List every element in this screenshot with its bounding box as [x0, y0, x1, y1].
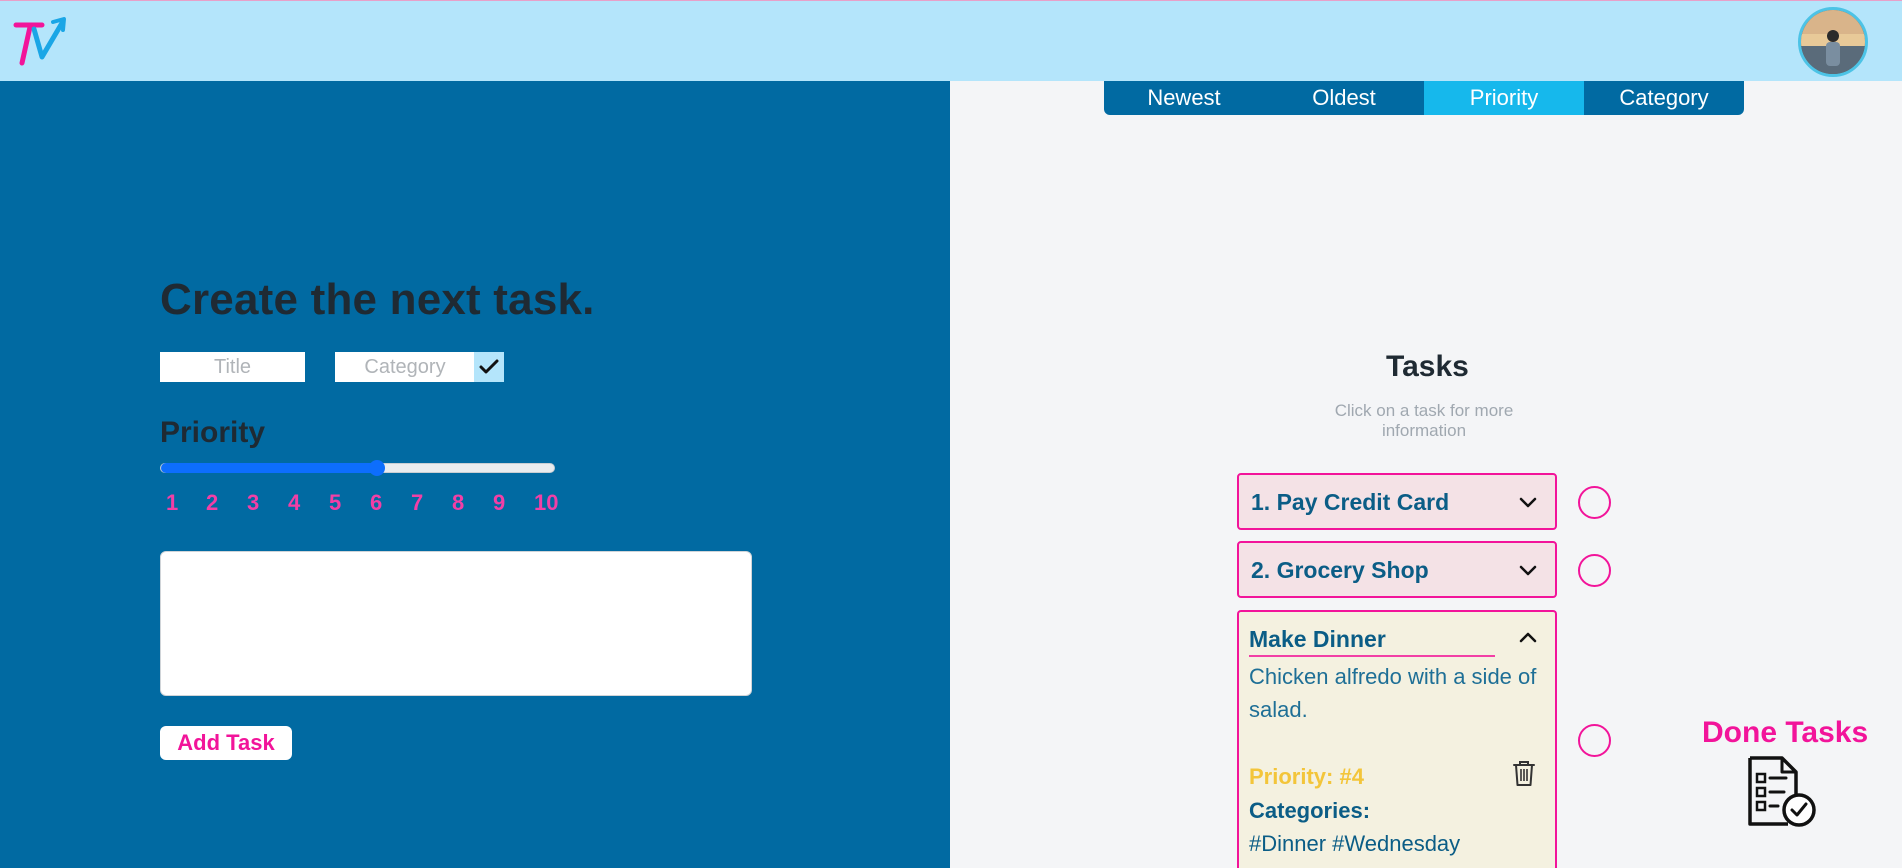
- priority-ticks: 1 2 3 4 5 6 7 8 9 10: [160, 490, 570, 520]
- priority-tick: 6: [370, 490, 383, 515]
- tab-oldest[interactable]: Oldest: [1264, 81, 1424, 115]
- done-tasks-title[interactable]: Done Tasks: [1702, 716, 1868, 750]
- category-add-button[interactable]: [474, 352, 504, 382]
- create-panel: [0, 81, 950, 868]
- priority-tick: 1: [166, 490, 179, 515]
- logo-icon[interactable]: [12, 15, 68, 69]
- tab-newest[interactable]: Newest: [1104, 81, 1264, 115]
- task-item[interactable]: 1. Pay Credit Card: [1237, 473, 1557, 530]
- task-name: Make Dinner: [1249, 626, 1495, 657]
- notes-textarea[interactable]: [160, 551, 752, 696]
- sort-tabs: Newest Oldest Priority Category: [1104, 81, 1744, 115]
- priority-slider[interactable]: [160, 460, 555, 476]
- check-icon: [479, 359, 499, 374]
- tasks-title: Tasks: [1386, 350, 1469, 383]
- tab-priority[interactable]: Priority: [1424, 81, 1584, 115]
- create-heading: Create the next task.: [160, 275, 595, 324]
- task-name: 1. Pay Credit Card: [1251, 489, 1450, 515]
- task-done-radio[interactable]: [1578, 486, 1611, 519]
- trash-icon[interactable]: [1511, 758, 1537, 788]
- chevron-up-icon[interactable]: [1519, 628, 1537, 646]
- add-task-button[interactable]: Add Task: [160, 726, 292, 760]
- tab-category[interactable]: Category: [1584, 81, 1744, 115]
- task-name: 2. Grocery Shop: [1251, 557, 1429, 583]
- tasks-subtitle: Click on a task for more information: [1334, 401, 1514, 440]
- top-bar: [0, 0, 1902, 81]
- task-priority: Priority: #4: [1249, 764, 1364, 789]
- task-item[interactable]: 2. Grocery Shop: [1237, 541, 1557, 598]
- avatar[interactable]: [1798, 7, 1868, 77]
- task-done-radio[interactable]: [1578, 554, 1611, 587]
- chevron-down-icon[interactable]: [1519, 562, 1537, 580]
- priority-tick: 5: [329, 490, 342, 515]
- task-categories: #Dinner #Wednesday: [1249, 831, 1461, 856]
- priority-tick: 7: [411, 490, 424, 515]
- chevron-down-icon[interactable]: [1519, 494, 1537, 512]
- priority-tick: 2: [206, 490, 219, 515]
- priority-tick: 8: [452, 490, 465, 515]
- task-description: Chicken alfredo with a side of salad.: [1249, 664, 1537, 722]
- priority-slider-thumb[interactable]: [369, 460, 385, 476]
- title-input[interactable]: Title: [160, 352, 305, 382]
- priority-label: Priority: [160, 416, 266, 449]
- priority-tick: 4: [288, 490, 301, 515]
- done-tasks-clipboard-icon[interactable]: [1744, 754, 1818, 828]
- priority-tick: 10: [534, 490, 559, 515]
- task-item-expanded[interactable]: Make Dinner Chicken alfredo with a side …: [1237, 610, 1557, 868]
- category-input[interactable]: Category: [335, 352, 475, 382]
- avatar-photo-icon: [1801, 10, 1865, 74]
- priority-slider-fill: [161, 463, 381, 473]
- priority-tick: 3: [247, 490, 260, 515]
- task-done-radio[interactable]: [1578, 724, 1611, 757]
- priority-tick: 9: [493, 490, 506, 515]
- task-categories-label: Categories:: [1249, 798, 1371, 823]
